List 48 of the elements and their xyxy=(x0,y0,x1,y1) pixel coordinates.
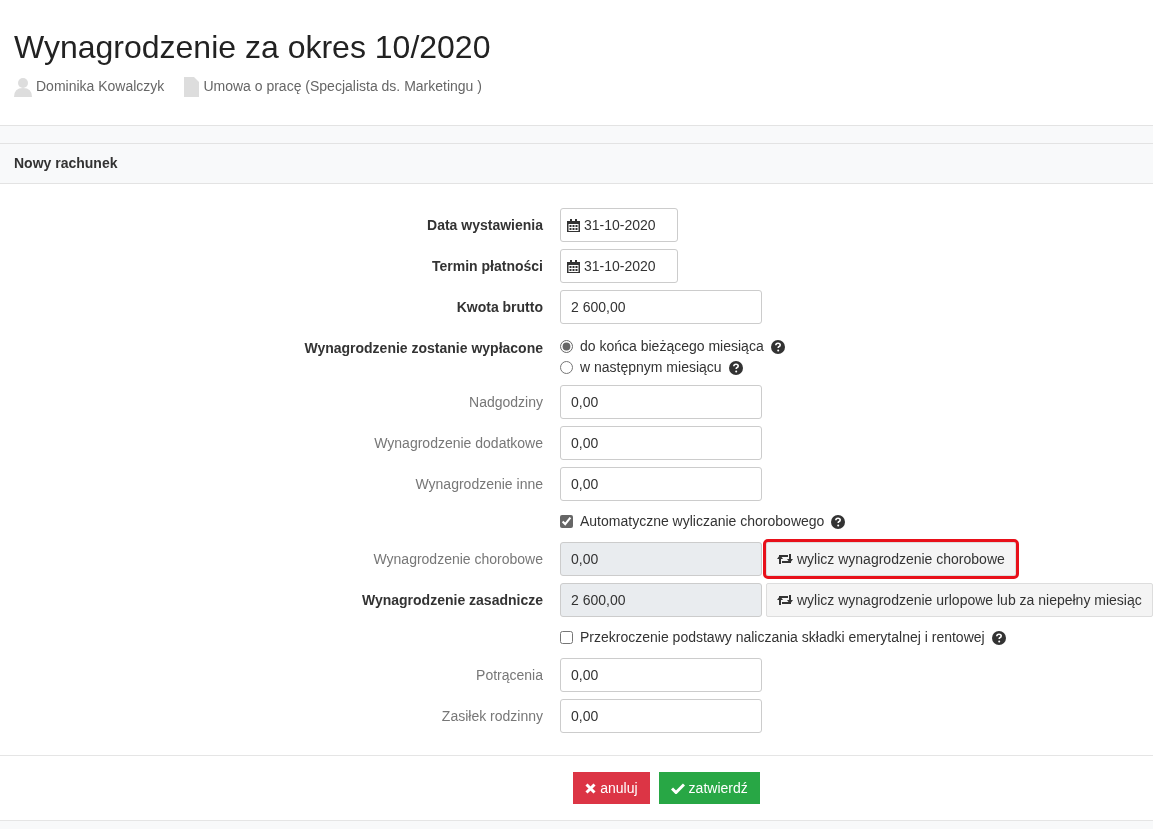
section-header: Nowy rachunek xyxy=(0,143,1153,185)
calculate-button[interactable]: wylicz wynagrodzenie urlopowe lub za niepełny miesiąc xyxy=(766,583,1153,618)
help-icon xyxy=(991,630,1006,645)
text-field[interactable]: 0,00 xyxy=(560,385,762,420)
person-icon xyxy=(14,76,32,97)
text-field[interactable]: 0,00 xyxy=(560,467,762,502)
x-icon xyxy=(585,782,597,794)
text-field[interactable]: 0,00 xyxy=(560,658,762,693)
cancel-button[interactable]: anuluj xyxy=(573,772,650,805)
help-icon xyxy=(831,514,846,529)
field-label: Data wystawienia xyxy=(427,216,543,236)
calculate-button[interactable]: wylicz wynagrodzenie chorobowe xyxy=(766,542,1016,577)
field-label: Nadgodziny xyxy=(469,393,543,413)
radio-button[interactable] xyxy=(560,361,573,375)
field-label: Termin płatności xyxy=(432,257,543,277)
field-label: Zasiłek rodzinny xyxy=(441,707,543,727)
meta-text: Umowa o pracę (Specjalista ds. Marketingu ) xyxy=(203,77,482,97)
checkbox[interactable] xyxy=(560,631,573,645)
radio-button[interactable] xyxy=(560,340,573,354)
meta-text: Dominika Kowalczyk xyxy=(36,77,165,97)
field-label: Wynagrodzenie dodatkowe xyxy=(374,434,543,454)
readonly-field[interactable]: 2 600,00 xyxy=(560,583,762,618)
field-label: Potrącenia xyxy=(476,666,543,686)
checkbox[interactable] xyxy=(560,515,573,529)
repeat-arrows-icon xyxy=(777,553,793,566)
checkmark-icon xyxy=(670,782,685,794)
checkbox-label: Automatyczne wyliczanie chorobowego xyxy=(580,512,825,532)
option-label: w następnym miesiącu xyxy=(580,358,722,378)
page-title: Wynagrodzenie za okres 10/2020 xyxy=(14,28,492,67)
help-icon xyxy=(770,339,785,354)
readonly-field[interactable]: 0,00 xyxy=(560,542,762,577)
document-icon xyxy=(184,76,200,97)
text-field[interactable]: 0,00 xyxy=(560,426,762,461)
field-label: Wynagrodzenie zasadnicze xyxy=(362,591,543,611)
calendar-icon xyxy=(567,259,580,273)
checkbox-label: Przekroczenie podstawy naliczania składki emerytalnej i rentowej xyxy=(580,628,985,648)
option-label: do końca bieżącego miesiąca xyxy=(580,337,764,357)
field-label: Wynagrodzenie chorobowe xyxy=(373,550,543,570)
field-label: Wynagrodzenie inne xyxy=(415,475,543,495)
text-field[interactable]: 2 600,00 xyxy=(560,290,762,325)
field-label: Wynagrodzenie zostanie wypłacone xyxy=(304,339,543,359)
date-field[interactable]: 31-10-2020 xyxy=(560,249,678,284)
help-icon xyxy=(728,360,743,375)
text-field[interactable]: 0,00 xyxy=(560,699,762,734)
date-field[interactable]: 31-10-2020 xyxy=(560,208,678,243)
field-label: Kwota brutto xyxy=(456,298,543,318)
repeat-arrows-icon xyxy=(777,594,793,607)
calendar-icon xyxy=(567,218,580,232)
